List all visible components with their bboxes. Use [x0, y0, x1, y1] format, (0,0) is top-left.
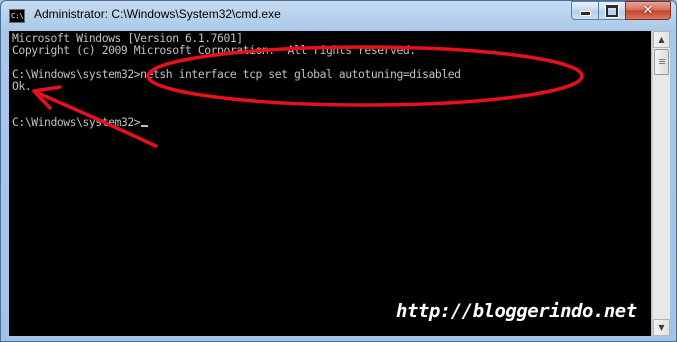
grip-line	[659, 59, 665, 60]
vertical-scrollbar[interactable]: ▲ ▼	[652, 31, 670, 336]
console-output[interactable]: Microsoft Windows [Version 6.1.7601] Cop…	[9, 31, 651, 336]
text-cursor	[141, 125, 149, 127]
grip-line	[659, 63, 665, 64]
console-line-command: C:\Windows\system32>netsh interface tcp …	[12, 67, 461, 81]
cmd-console-icon[interactable]: C:\	[9, 9, 25, 23]
close-icon: ✕	[642, 3, 654, 18]
maximize-icon	[606, 4, 618, 17]
scroll-down-button[interactable]: ▼	[653, 319, 670, 336]
cmd-window: C:\ Administrator: C:\Windows\System32\c…	[0, 0, 677, 342]
title-bar[interactable]: C:\ Administrator: C:\Windows\System32\c…	[1, 1, 676, 33]
grip-line	[659, 61, 665, 62]
console-line-result: Ok.	[12, 79, 32, 93]
minimize-button[interactable]	[571, 1, 598, 20]
chevron-up-icon: ▲	[658, 35, 665, 44]
watermark-text: http://bloggerindo.net	[396, 300, 637, 322]
close-button[interactable]: ✕	[625, 1, 671, 20]
chevron-down-icon: ▼	[658, 323, 665, 332]
caption-buttons: ✕	[571, 1, 671, 21]
scroll-thumb[interactable]	[654, 49, 669, 75]
maximize-button[interactable]	[598, 1, 625, 20]
prompt-text: C:\Windows\system32>	[12, 115, 141, 129]
minimize-icon	[579, 11, 591, 16]
scroll-up-button[interactable]: ▲	[653, 31, 670, 48]
console-line-copyright: Copyright (c) 2009 Microsoft Corporation…	[12, 43, 416, 57]
window-title: Administrator: C:\Windows\System32\cmd.e…	[34, 7, 281, 21]
console-line-prompt: C:\Windows\system32>	[12, 115, 149, 129]
